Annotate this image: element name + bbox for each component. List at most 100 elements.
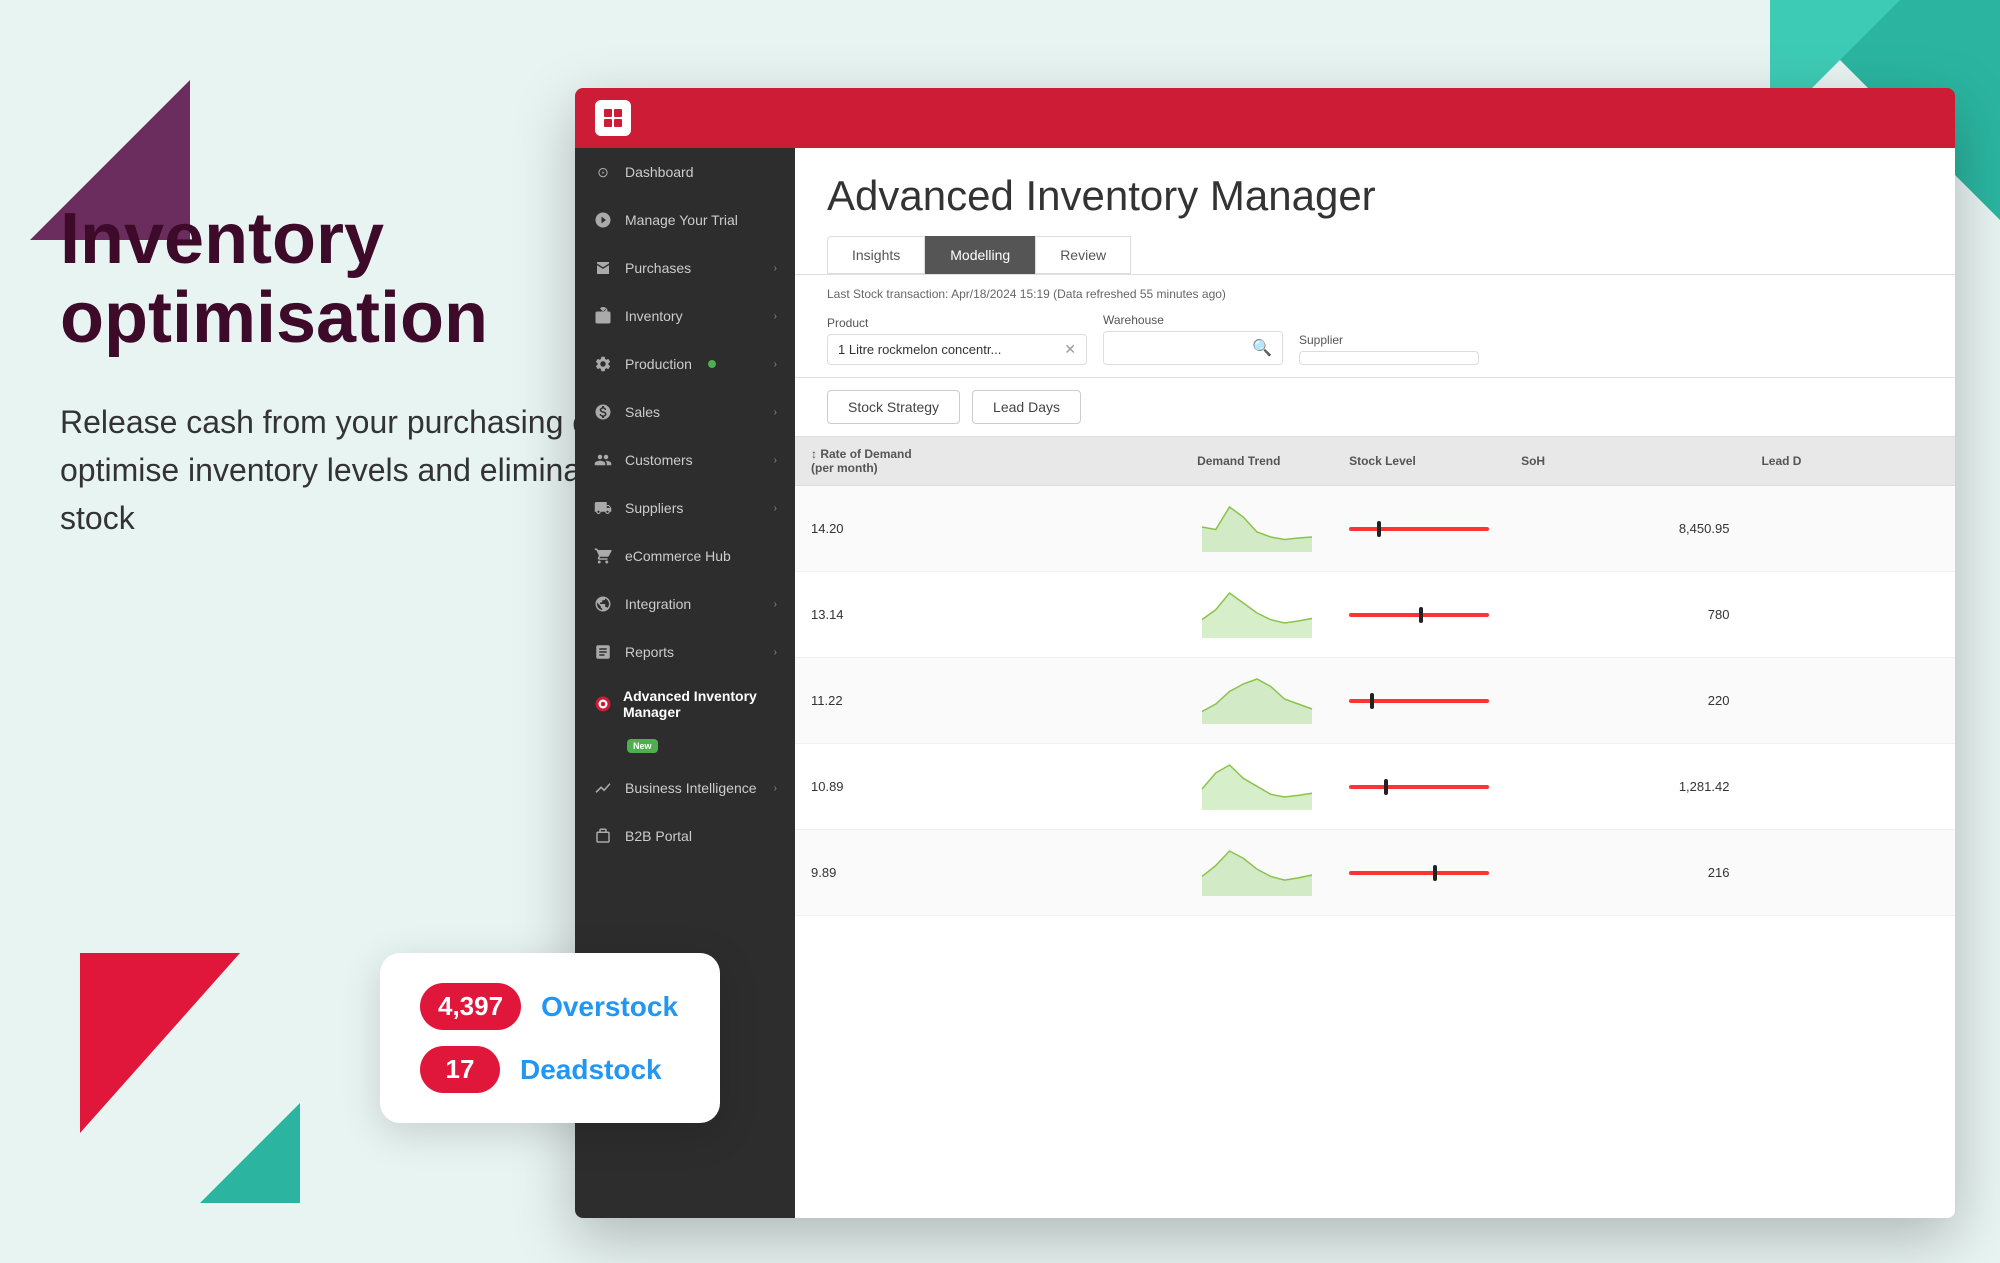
app-window: ⊙ Dashboard Manage Your Trial Purchases …	[575, 88, 1955, 1218]
stock-bar-marker	[1370, 693, 1374, 709]
supplier-filter-group: Supplier	[1299, 333, 1479, 365]
stock-bar-track	[1349, 613, 1489, 617]
warehouse-filter-label: Warehouse	[1103, 313, 1283, 327]
supplier-filter-label: Supplier	[1299, 333, 1479, 347]
production-icon	[593, 354, 613, 374]
cell-trend	[1181, 486, 1333, 572]
stock-bar-marker	[1377, 521, 1381, 537]
tab-insights[interactable]: Insights	[827, 236, 925, 274]
sidebar-label-aim: Advanced Inventory Manager	[623, 688, 777, 720]
cell-lead	[1745, 744, 1955, 830]
sidebar-label-purchases: Purchases	[625, 260, 691, 276]
content-header: Advanced Inventory Manager Insights Mode…	[795, 148, 1955, 275]
table-row: 14.20 8,450.95	[795, 486, 1955, 572]
integration-arrow: ›	[774, 599, 777, 610]
page-title: Advanced Inventory Manager	[827, 172, 1923, 220]
filter-bar: Last Stock transaction: Apr/18/2024 15:1…	[795, 275, 1955, 378]
sidebar-item-production[interactable]: Production ›	[575, 340, 795, 388]
sidebar-label-manage-trial: Manage Your Trial	[625, 212, 738, 228]
bi-icon	[593, 778, 613, 798]
sales-arrow: ›	[774, 407, 777, 418]
stock-strategy-button[interactable]: Stock Strategy	[827, 390, 960, 424]
ecommerce-icon	[593, 546, 613, 566]
sales-icon	[593, 402, 613, 422]
col-lead[interactable]: Lead D	[1745, 437, 1955, 486]
sidebar-item-manage-trial[interactable]: Manage Your Trial	[575, 196, 795, 244]
sidebar-item-ecommerce[interactable]: eCommerce Hub	[575, 532, 795, 580]
data-table: ↕ Rate of Demand(per month) Demand Trend…	[795, 437, 1955, 916]
overstock-badge: 4,397	[420, 983, 521, 1030]
suppliers-icon	[593, 498, 613, 518]
cell-soh: 780	[1505, 572, 1745, 658]
warehouse-filter-group: Warehouse 🔍	[1103, 313, 1283, 365]
sidebar-item-dashboard[interactable]: ⊙ Dashboard	[575, 148, 795, 196]
stock-bar-marker	[1384, 779, 1388, 795]
aim-icon	[593, 694, 613, 714]
sidebar-label-integration: Integration	[625, 596, 691, 612]
col-trend[interactable]: Demand Trend	[1181, 437, 1333, 486]
product-filter-value: 1 Litre rockmelon concentr...	[838, 342, 1001, 357]
aim-row: Advanced Inventory Manager	[593, 688, 777, 720]
stock-bar-track	[1349, 871, 1489, 875]
product-filter-input[interactable]: 1 Litre rockmelon concentr... ✕	[827, 334, 1087, 365]
deadstock-row: 17 Deadstock	[420, 1046, 680, 1093]
table-row: 10.89 1,281.42	[795, 744, 1955, 830]
product-filter-group: Product 1 Litre rockmelon concentr... ✕	[827, 316, 1087, 365]
sidebar-label-inventory: Inventory	[625, 308, 683, 324]
purchases-icon	[593, 258, 613, 278]
cell-stock	[1333, 658, 1505, 744]
app-top-bar	[575, 88, 1955, 148]
sidebar-item-customers[interactable]: Customers ›	[575, 436, 795, 484]
app-body: ⊙ Dashboard Manage Your Trial Purchases …	[575, 148, 1955, 1218]
reports-arrow: ›	[774, 647, 777, 658]
cell-rate: 11.22	[795, 658, 1181, 744]
cell-rate: 9.89	[795, 830, 1181, 916]
suppliers-arrow: ›	[774, 503, 777, 514]
sidebar-label-reports: Reports	[625, 644, 674, 660]
cell-soh: 1,281.42	[1505, 744, 1745, 830]
tab-review[interactable]: Review	[1035, 236, 1131, 274]
cell-lead	[1745, 830, 1955, 916]
sidebar-item-suppliers[interactable]: Suppliers ›	[575, 484, 795, 532]
warehouse-search-button[interactable]: 🔍	[1252, 338, 1272, 358]
cell-stock	[1333, 744, 1505, 830]
product-filter-clear[interactable]: ✕	[1064, 341, 1076, 358]
tab-modelling[interactable]: Modelling	[925, 236, 1035, 274]
sidebar-item-integration[interactable]: Integration ›	[575, 580, 795, 628]
sidebar-label-bi: Business Intelligence	[625, 780, 757, 796]
manage-trial-icon	[593, 210, 613, 230]
sidebar-item-inventory[interactable]: Inventory ›	[575, 292, 795, 340]
product-filter-label: Product	[827, 316, 1087, 330]
col-soh[interactable]: SoH	[1505, 437, 1745, 486]
lead-days-button[interactable]: Lead Days	[972, 390, 1081, 424]
sidebar-item-purchases[interactable]: Purchases ›	[575, 244, 795, 292]
logo-icon	[601, 106, 625, 130]
warehouse-filter-input[interactable]: 🔍	[1103, 331, 1283, 365]
aim-new-badge: New	[627, 739, 658, 753]
cell-soh: 8,450.95	[1505, 486, 1745, 572]
cell-rate: 13.14	[795, 572, 1181, 658]
sidebar-item-bi[interactable]: Business Intelligence ›	[575, 764, 795, 812]
sidebar-label-ecommerce: eCommerce Hub	[625, 548, 731, 564]
col-rate[interactable]: ↕ Rate of Demand(per month)	[795, 437, 1181, 486]
filter-row: Product 1 Litre rockmelon concentr... ✕ …	[827, 313, 1923, 365]
sidebar-item-sales[interactable]: Sales ›	[575, 388, 795, 436]
sidebar-label-production: Production	[625, 356, 692, 372]
supplier-filter-input[interactable]	[1299, 351, 1479, 365]
stock-bar-track	[1349, 699, 1489, 703]
sidebar-item-reports[interactable]: Reports ›	[575, 628, 795, 676]
cell-lead	[1745, 658, 1955, 744]
app-logo	[595, 100, 631, 136]
sidebar-item-aim[interactable]: Advanced Inventory Manager New	[575, 676, 795, 764]
cell-lead	[1745, 486, 1955, 572]
stock-bar	[1349, 605, 1489, 625]
overstock-label: Overstock	[541, 991, 678, 1023]
overstock-row: 4,397 Overstock	[420, 983, 680, 1030]
inventory-icon	[593, 306, 613, 326]
sidebar-item-b2b[interactable]: B2B Portal	[575, 812, 795, 860]
table-row: 11.22 220	[795, 658, 1955, 744]
cell-stock	[1333, 486, 1505, 572]
col-stock[interactable]: Stock Level	[1333, 437, 1505, 486]
cell-stock	[1333, 572, 1505, 658]
customers-arrow: ›	[774, 455, 777, 466]
